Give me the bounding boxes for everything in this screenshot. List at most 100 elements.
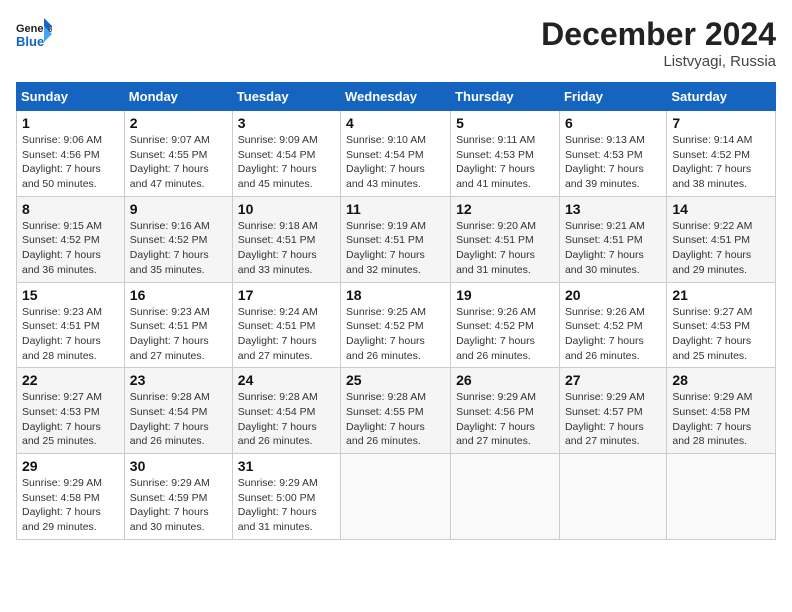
day-info: Sunrise: 9:28 AM Sunset: 4:54 PM Dayligh…: [130, 390, 227, 449]
weekday-header: Saturday: [667, 83, 776, 111]
calendar-cell: 10 Sunrise: 9:18 AM Sunset: 4:51 PM Dayli…: [232, 196, 340, 282]
calendar-cell: 31Sunrise: 9:29 AM Sunset: 5:00 PM Dayli…: [232, 454, 340, 540]
day-number: 16: [130, 287, 227, 303]
day-info: Sunrise: 9:10 AM Sunset: 4:54 PM Dayligh…: [346, 133, 445, 192]
day-info: Sunrise: 9:27 AM Sunset: 4:53 PM Dayligh…: [22, 390, 119, 449]
calendar-cell: 24 Sunrise: 9:28 AM Sunset: 4:54 PM Dayli…: [232, 368, 340, 454]
day-number: 21: [672, 287, 770, 303]
calendar-cell: 8Sunrise: 9:15 AM Sunset: 4:52 PM Daylig…: [17, 196, 125, 282]
calendar-cell: 12Sunrise: 9:20 AM Sunset: 4:51 PM Dayli…: [451, 196, 560, 282]
calendar-cell: 2 Sunrise: 9:07 AM Sunset: 4:55 PM Daylig…: [124, 111, 232, 197]
calendar-cell: 20Sunrise: 9:26 AM Sunset: 4:52 PM Dayli…: [559, 282, 666, 368]
day-number: 2: [130, 115, 227, 131]
calendar-cell: 3 Sunrise: 9:09 AM Sunset: 4:54 PM Daylig…: [232, 111, 340, 197]
weekday-header: Monday: [124, 83, 232, 111]
calendar-cell: 17 Sunrise: 9:24 AM Sunset: 4:51 PM Dayli…: [232, 282, 340, 368]
calendar-cell: 14 Sunrise: 9:22 AM Sunset: 4:51 PM Dayli…: [667, 196, 776, 282]
calendar-week-row: 29 Sunrise: 9:29 AM Sunset: 4:58 PM Dayli…: [17, 454, 776, 540]
calendar-cell: 9 Sunrise: 9:16 AM Sunset: 4:52 PM Daylig…: [124, 196, 232, 282]
day-number: 5: [456, 115, 554, 131]
day-info: Sunrise: 9:26 AM Sunset: 4:52 PM Dayligh…: [565, 305, 661, 364]
day-info: Sunrise: 9:14 AM Sunset: 4:52 PM Dayligh…: [672, 133, 770, 192]
day-info: Sunrise: 9:22 AM Sunset: 4:51 PM Dayligh…: [672, 219, 770, 278]
day-number: 23: [130, 372, 227, 388]
logo: General Blue: [16, 16, 52, 52]
day-info: Sunrise: 9:26 AM Sunset: 4:52 PM Dayligh…: [456, 305, 554, 364]
calendar-cell: 5 Sunrise: 9:11 AM Sunset: 4:53 PM Daylig…: [451, 111, 560, 197]
svg-text:Blue: Blue: [16, 34, 44, 49]
day-info: Sunrise: 9:18 AM Sunset: 4:51 PM Dayligh…: [238, 219, 335, 278]
calendar-cell: 23 Sunrise: 9:28 AM Sunset: 4:54 PM Dayli…: [124, 368, 232, 454]
calendar-cell: [451, 454, 560, 540]
calendar-table: SundayMondayTuesdayWednesdayThursdayFrid…: [16, 82, 776, 540]
logo-icon: General Blue: [16, 16, 52, 52]
day-info: Sunrise: 9:28 AM Sunset: 4:54 PM Dayligh…: [238, 390, 335, 449]
day-info: Sunrise: 9:29 AM Sunset: 4:59 PM Dayligh…: [130, 476, 227, 535]
day-number: 4: [346, 115, 445, 131]
day-number: 25: [346, 372, 445, 388]
day-number: 13: [565, 201, 661, 217]
day-number: 27: [565, 372, 661, 388]
calendar-cell: 15 Sunrise: 9:23 AM Sunset: 4:51 PM Dayli…: [17, 282, 125, 368]
title-block: December 2024 Listvyagi, Russia: [541, 16, 776, 70]
day-number: 19: [456, 287, 554, 303]
day-number: 7: [672, 115, 770, 131]
day-number: 9: [130, 201, 227, 217]
calendar-cell: 28Sunrise: 9:29 AM Sunset: 4:58 PM Dayli…: [667, 368, 776, 454]
day-info: Sunrise: 9:07 AM Sunset: 4:55 PM Dayligh…: [130, 133, 227, 192]
calendar-cell: 22 Sunrise: 9:27 AM Sunset: 4:53 PM Dayli…: [17, 368, 125, 454]
location: Listvyagi, Russia: [541, 53, 776, 70]
day-info: Sunrise: 9:15 AM Sunset: 4:52 PM Dayligh…: [22, 219, 119, 278]
calendar-cell: 21 Sunrise: 9:27 AM Sunset: 4:53 PM Dayli…: [667, 282, 776, 368]
day-number: 30: [130, 458, 227, 474]
day-number: 26: [456, 372, 554, 388]
calendar-week-row: 8Sunrise: 9:15 AM Sunset: 4:52 PM Daylig…: [17, 196, 776, 282]
calendar-cell: 7 Sunrise: 9:14 AM Sunset: 4:52 PM Daylig…: [667, 111, 776, 197]
calendar-week-row: 22 Sunrise: 9:27 AM Sunset: 4:53 PM Dayli…: [17, 368, 776, 454]
weekday-header: Sunday: [17, 83, 125, 111]
day-number: 3: [238, 115, 335, 131]
calendar-cell: 29 Sunrise: 9:29 AM Sunset: 4:58 PM Dayli…: [17, 454, 125, 540]
day-number: 15: [22, 287, 119, 303]
calendar-cell: 25 Sunrise: 9:28 AM Sunset: 4:55 PM Dayli…: [341, 368, 451, 454]
day-number: 17: [238, 287, 335, 303]
day-info: Sunrise: 9:23 AM Sunset: 4:51 PM Dayligh…: [130, 305, 227, 364]
calendar-cell: [667, 454, 776, 540]
calendar-cell: 30 Sunrise: 9:29 AM Sunset: 4:59 PM Dayli…: [124, 454, 232, 540]
day-number: 22: [22, 372, 119, 388]
calendar-cell: 13 Sunrise: 9:21 AM Sunset: 4:51 PM Dayli…: [559, 196, 666, 282]
day-info: Sunrise: 9:24 AM Sunset: 4:51 PM Dayligh…: [238, 305, 335, 364]
weekday-header: Thursday: [451, 83, 560, 111]
calendar-cell: [559, 454, 666, 540]
day-info: Sunrise: 9:29 AM Sunset: 4:58 PM Dayligh…: [22, 476, 119, 535]
day-info: Sunrise: 9:09 AM Sunset: 4:54 PM Dayligh…: [238, 133, 335, 192]
weekday-header: Wednesday: [341, 83, 451, 111]
day-info: Sunrise: 9:11 AM Sunset: 4:53 PM Dayligh…: [456, 133, 554, 192]
day-number: 14: [672, 201, 770, 217]
day-info: Sunrise: 9:20 AM Sunset: 4:51 PM Dayligh…: [456, 219, 554, 278]
day-number: 6: [565, 115, 661, 131]
calendar-cell: 4 Sunrise: 9:10 AM Sunset: 4:54 PM Daylig…: [341, 111, 451, 197]
calendar-cell: 27Sunrise: 9:29 AM Sunset: 4:57 PM Dayli…: [559, 368, 666, 454]
day-info: Sunrise: 9:29 AM Sunset: 4:56 PM Dayligh…: [456, 390, 554, 449]
day-number: 10: [238, 201, 335, 217]
day-info: Sunrise: 9:21 AM Sunset: 4:51 PM Dayligh…: [565, 219, 661, 278]
day-info: Sunrise: 9:29 AM Sunset: 4:58 PM Dayligh…: [672, 390, 770, 449]
day-number: 11: [346, 201, 445, 217]
day-info: Sunrise: 9:16 AM Sunset: 4:52 PM Dayligh…: [130, 219, 227, 278]
day-number: 29: [22, 458, 119, 474]
calendar-cell: [341, 454, 451, 540]
day-number: 1: [22, 115, 119, 131]
weekday-header: Friday: [559, 83, 666, 111]
day-info: Sunrise: 9:23 AM Sunset: 4:51 PM Dayligh…: [22, 305, 119, 364]
day-number: 24: [238, 372, 335, 388]
month-title: December 2024: [541, 16, 776, 53]
calendar-week-row: 1Sunrise: 9:06 AM Sunset: 4:56 PM Daylig…: [17, 111, 776, 197]
calendar-cell: 11 Sunrise: 9:19 AM Sunset: 4:51 PM Dayli…: [341, 196, 451, 282]
calendar-cell: 16 Sunrise: 9:23 AM Sunset: 4:51 PM Dayli…: [124, 282, 232, 368]
day-number: 31: [238, 458, 335, 474]
calendar-cell: 1Sunrise: 9:06 AM Sunset: 4:56 PM Daylig…: [17, 111, 125, 197]
day-info: Sunrise: 9:19 AM Sunset: 4:51 PM Dayligh…: [346, 219, 445, 278]
day-info: Sunrise: 9:27 AM Sunset: 4:53 PM Dayligh…: [672, 305, 770, 364]
day-info: Sunrise: 9:28 AM Sunset: 4:55 PM Dayligh…: [346, 390, 445, 449]
